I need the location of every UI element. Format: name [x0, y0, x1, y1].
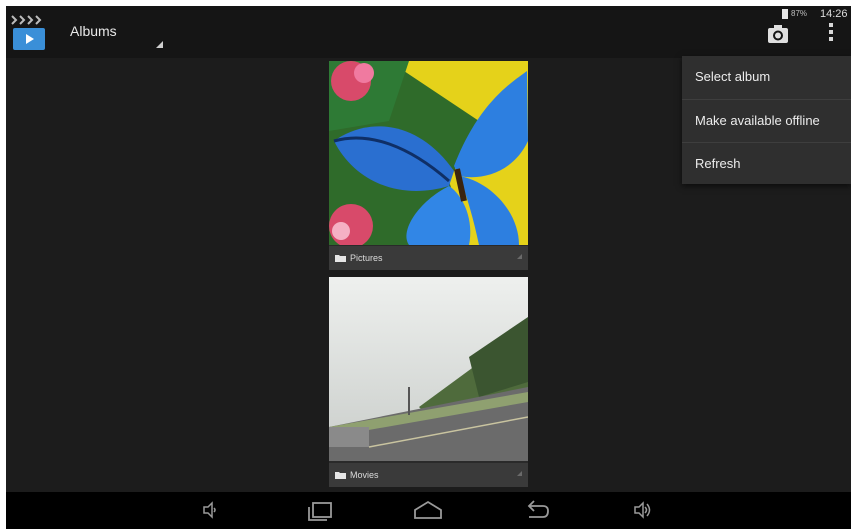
overflow-menu: Select album Make available offline Refr…	[682, 56, 851, 184]
clock: 14:26	[820, 8, 848, 20]
album-label: Pictures	[350, 253, 383, 263]
screen: Albums 87% 14:26 Pictures Movies Select …	[6, 6, 851, 529]
album-label-bar: Movies	[329, 463, 528, 487]
menu-item-select-album[interactable]: Select album	[682, 56, 851, 98]
back-icon[interactable]	[521, 498, 551, 522]
dropdown-indicator-icon	[156, 41, 163, 48]
album-corner-icon	[517, 254, 522, 259]
camera-icon[interactable]	[766, 22, 790, 46]
album-tile-movies[interactable]: Movies	[329, 277, 528, 487]
volume-down-icon[interactable]	[202, 498, 218, 522]
album-thumbnail	[329, 61, 528, 245]
battery-icon	[782, 9, 788, 19]
action-bar: Albums 87% 14:26	[6, 6, 851, 58]
battery-percent: 87%	[791, 9, 808, 18]
home-icon[interactable]	[412, 498, 444, 522]
recent-apps-icon[interactable]	[304, 498, 334, 522]
album-tile-pictures[interactable]: Pictures	[329, 61, 528, 270]
album-thumbnail	[329, 277, 528, 461]
overflow-menu-icon[interactable]	[824, 20, 838, 46]
volume-up-icon[interactable]	[634, 498, 652, 522]
play-app-icon[interactable]	[11, 12, 49, 52]
folder-icon	[335, 472, 346, 479]
menu-item-make-available-offline[interactable]: Make available offline	[682, 99, 851, 141]
album-corner-icon	[517, 471, 522, 476]
menu-item-refresh[interactable]: Refresh	[682, 142, 851, 184]
folder-icon	[335, 255, 346, 262]
album-label: Movies	[350, 470, 379, 480]
navigation-bar	[6, 492, 851, 529]
album-label-bar: Pictures	[329, 246, 528, 270]
page-title[interactable]: Albums	[70, 23, 117, 39]
